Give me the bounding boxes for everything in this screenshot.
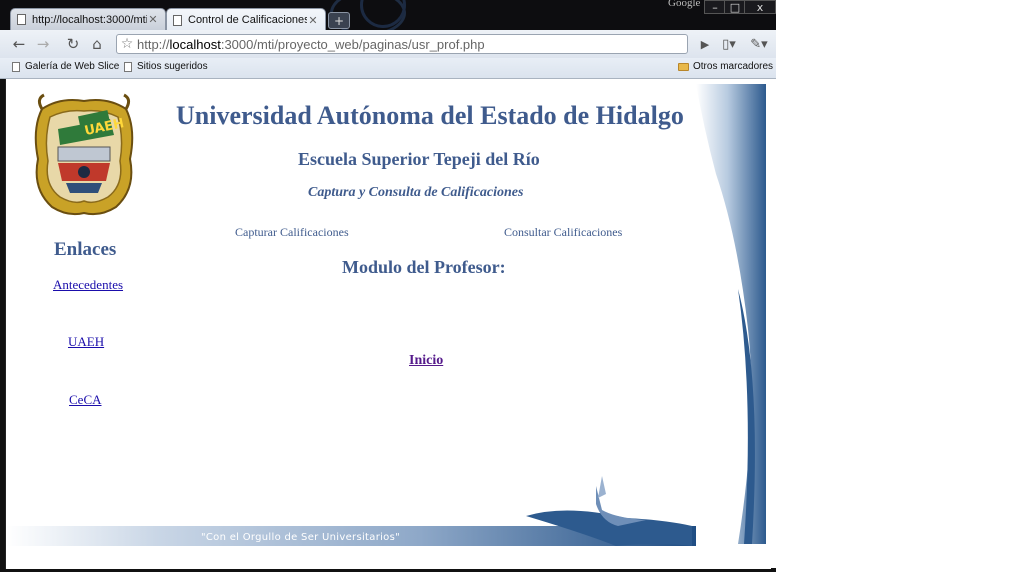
sidebar-link-antecedentes[interactable]: Antecedentes — [53, 277, 123, 293]
wrench-icon[interactable]: ✎▾ — [748, 33, 770, 55]
url-text[interactable]: http://localhost:3000/mti/proyecto_web/p… — [137, 37, 485, 52]
close-window-button[interactable]: x — [744, 0, 776, 14]
bookmark-label: Sitios sugeridos — [137, 61, 208, 72]
page-menu-icon[interactable]: ▯▾ — [718, 33, 740, 55]
address-bar[interactable]: ☆ http://localhost:3000/mti/proyecto_web… — [116, 34, 688, 54]
module-title: Modulo del Profesor: — [342, 257, 506, 277]
sidebar-link-uaeh[interactable]: UAEH — [68, 334, 104, 350]
play-icon[interactable]: ▶ — [694, 33, 716, 55]
university-title: Universidad Autónoma del Estado de Hidal… — [176, 101, 684, 130]
minimize-button[interactable]: – — [704, 0, 726, 14]
arrow-left-icon[interactable]: ← — [8, 33, 30, 55]
bookmark-label: Otros marcadores — [693, 61, 774, 72]
title-bar: http://localhost:3000/mti/ ✕ Control de … — [0, 0, 776, 30]
bookmark-sitios-sugeridos[interactable]: Sitios sugeridos — [124, 61, 208, 72]
tab-label: http://localhost:3000/mti/ — [32, 13, 147, 26]
uaeh-crest-logo: UAEH — [34, 93, 134, 216]
app-subtitle: Captura y Consulta de Calificaciones — [308, 185, 524, 200]
reload-icon[interactable]: ↻ — [62, 33, 84, 55]
tab-localhost[interactable]: http://localhost:3000/mti/ ✕ — [10, 8, 166, 30]
bookmark-web-slice[interactable]: Galería de Web Slice — [12, 61, 119, 72]
consult-grades-link[interactable]: Consultar Calificaciones — [504, 225, 622, 240]
star-icon[interactable]: ☆ — [117, 36, 137, 52]
home-icon[interactable]: ⌂ — [86, 33, 108, 55]
page-icon — [124, 61, 132, 72]
school-title: Escuela Superior Tepeji del Río — [298, 149, 540, 169]
new-tab-button[interactable]: + — [328, 12, 350, 29]
page-viewport: UAEH Universidad Autónoma del Estado de … — [5, 79, 771, 569]
tab-control-calificaciones[interactable]: Control de Calificaciones ✕ — [166, 8, 326, 30]
close-icon[interactable]: ✕ — [307, 14, 319, 27]
sidebar-heading: Enlaces — [54, 239, 117, 260]
page-icon — [12, 61, 20, 72]
page-icon — [17, 14, 26, 25]
search-brand-label: Google — [668, 0, 701, 9]
home-link[interactable]: Inicio — [409, 353, 443, 369]
page-icon — [173, 14, 182, 26]
footer-motto: "Con el Orgullo de Ser Universitarios" — [201, 532, 401, 543]
arrow-right-icon[interactable]: → — [32, 33, 54, 55]
tab-label: Control de Calificaciones — [188, 14, 307, 26]
sidebar-link-ceca[interactable]: CeCA — [69, 392, 102, 408]
maximize-button[interactable]: □ — [724, 0, 746, 14]
other-bookmarks[interactable]: Otros marcadores — [678, 61, 773, 72]
folder-icon — [678, 62, 689, 71]
bookmark-label: Galería de Web Slice — [25, 61, 120, 72]
close-icon[interactable]: ✕ — [147, 13, 159, 26]
bookmarks-bar: Galería de Web Slice Sitios sugeridos Ot… — [0, 58, 776, 79]
capture-grades-link[interactable]: Capturar Calificaciones — [235, 225, 349, 240]
